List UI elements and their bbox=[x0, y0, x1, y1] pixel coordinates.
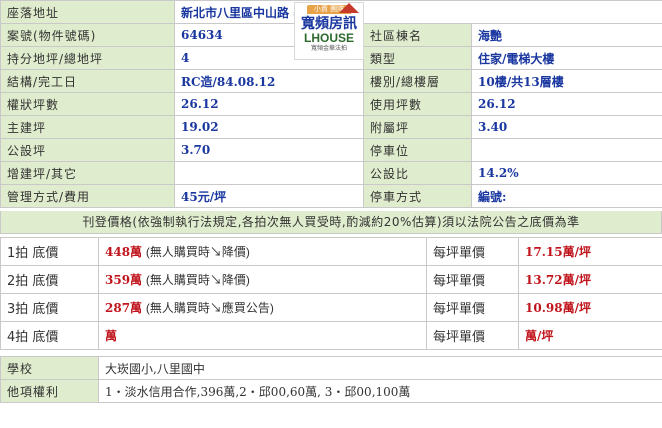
unit-price-value: 13.72萬/坪 bbox=[518, 265, 662, 294]
floor-label: 樓別/總樓層 bbox=[363, 69, 472, 93]
auction-row: 3拍 底價 287萬 (無人購買時↘應買公告) 每坪單價 10.98萬/坪 bbox=[0, 293, 662, 322]
other-rights-label: 他項權利 bbox=[0, 379, 99, 403]
address-label: 座落地址 bbox=[0, 0, 175, 24]
land-area-label: 持分地坪/總地坪 bbox=[0, 46, 175, 70]
main-area-label: 主建坪 bbox=[0, 115, 175, 139]
annex-area-value: 3.40 bbox=[471, 115, 662, 139]
parking-label: 停車位 bbox=[363, 138, 472, 162]
auction-round-label: 4拍 底價 bbox=[0, 321, 99, 350]
extra-area-label: 增建坪/其它 bbox=[0, 161, 175, 185]
logo-name: 寬頻房訊 bbox=[301, 16, 357, 32]
public-ratio-label: 公設比 bbox=[363, 161, 472, 185]
unit-price-value: 10.98萬/坪 bbox=[518, 293, 662, 322]
structure-label: 結構/完工日 bbox=[0, 69, 175, 93]
title-area-label: 權狀坪數 bbox=[0, 92, 175, 116]
unit-price-label: 每坪單價 bbox=[426, 237, 519, 266]
school-value: 大崁國小,八里國中 bbox=[98, 356, 662, 380]
auction-note: (無人購買時↘降價) bbox=[145, 245, 250, 259]
parking-method-value: 編號: bbox=[471, 184, 662, 208]
auction-price: 287萬 bbox=[105, 301, 143, 315]
auction-round-label: 3拍 底價 bbox=[0, 293, 99, 322]
auction-price: 359萬 bbox=[105, 273, 143, 287]
type-label: 類型 bbox=[363, 46, 472, 70]
public-area-label: 公設坪 bbox=[0, 138, 175, 162]
parking-value bbox=[471, 138, 662, 162]
use-area-label: 使用坪數 bbox=[363, 92, 472, 116]
unit-price-label: 每坪單價 bbox=[426, 293, 519, 322]
management-label: 管理方式/費用 bbox=[0, 184, 175, 208]
parking-method-label: 停車方式 bbox=[363, 184, 472, 208]
other-rights-value: 1・淡水信用合作,396萬,2・邱00,60萬, 3・邱00,100萬 bbox=[98, 379, 662, 403]
annex-area-label: 附屬坪 bbox=[363, 115, 472, 139]
community-label: 社區棟名 bbox=[363, 23, 472, 47]
notice-banner: 刊登價格(依強制執行法規定,各拍次無人買受時,酌減約20%估算)須以法院公告之底… bbox=[0, 211, 662, 234]
auction-table: 1拍 底價 448萬 (無人購買時↘降價) 每坪單價 17.15萬/坪 2拍 底… bbox=[0, 237, 662, 350]
property-detail-panel: 座落地址 新北市八里區中山路 8號10樓 案號(物件號碼) 64634 社區棟名… bbox=[0, 0, 662, 428]
auction-round-label: 1拍 底價 bbox=[0, 237, 99, 266]
type-value: 住家/電梯大樓 bbox=[471, 46, 662, 70]
floor-value: 10樓/共13層樓 bbox=[471, 69, 662, 93]
structure-value: RC造/84.08.12 bbox=[174, 69, 364, 93]
logo-subtitle: 寬頻金華法拍 bbox=[310, 45, 347, 52]
unit-price-label: 每坪單價 bbox=[426, 265, 519, 294]
address-value: 新北市八里區中山路 8號10樓 bbox=[174, 0, 662, 24]
auction-row: 4拍 底價 萬 每坪單價 萬/坪 bbox=[0, 321, 662, 350]
title-area-value: 26.12 bbox=[174, 92, 364, 116]
lhouse-logo: 小資 團隊 寬頻房訊 LHOUSE 寬頻金華法拍 bbox=[294, 2, 364, 60]
unit-price-value: 萬/坪 bbox=[518, 321, 662, 350]
public-area-value: 3.70 bbox=[174, 138, 364, 162]
extra-area-value bbox=[174, 161, 364, 185]
management-value: 45元/坪 bbox=[174, 184, 364, 208]
auction-row: 1拍 底價 448萬 (無人購買時↘降價) 每坪單價 17.15萬/坪 bbox=[0, 237, 662, 266]
case-number-label: 案號(物件號碼) bbox=[0, 23, 175, 47]
main-area-value: 19.02 bbox=[174, 115, 364, 139]
logo-english: LHOUSE bbox=[303, 31, 354, 45]
auction-price: 萬 bbox=[105, 329, 118, 343]
use-area-value: 26.12 bbox=[471, 92, 662, 116]
house-roof-icon bbox=[339, 3, 359, 13]
extra-info-table: 學校 大崁國小,八里國中 他項權利 1・淡水信用合作,396萬,2・邱00,60… bbox=[0, 356, 662, 403]
auction-price: 448萬 bbox=[105, 245, 143, 259]
auction-note: (無人購買時↘降價) bbox=[145, 273, 250, 287]
unit-price-label: 每坪單價 bbox=[426, 321, 519, 350]
school-label: 學校 bbox=[0, 356, 99, 380]
community-value: 海艷 bbox=[471, 23, 662, 47]
auction-note: (無人購買時↘應買公告) bbox=[145, 301, 274, 315]
auction-round-label: 2拍 底價 bbox=[0, 265, 99, 294]
unit-price-value: 17.15萬/坪 bbox=[518, 237, 662, 266]
auction-row: 2拍 底價 359萬 (無人購買時↘降價) 每坪單價 13.72萬/坪 bbox=[0, 265, 662, 294]
notice-text: 刊登價格(依強制執行法規定,各拍次無人買受時,酌減約20%估算)須以法院公告之底… bbox=[82, 215, 580, 229]
public-ratio-value: 14.2% bbox=[471, 161, 662, 185]
